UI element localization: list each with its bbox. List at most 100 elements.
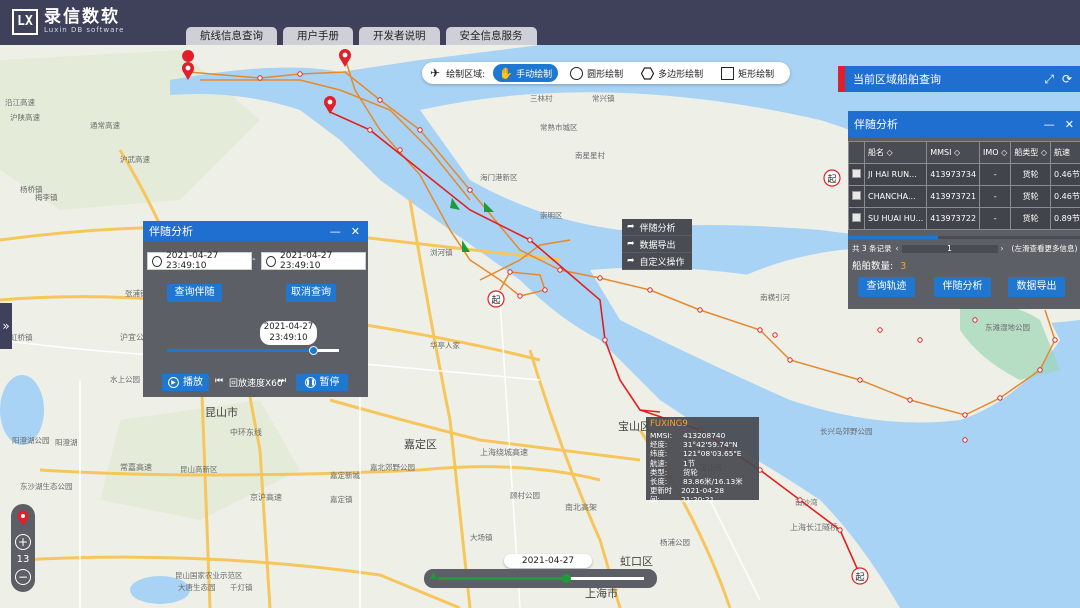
follow-analysis-panel-left: 伴随分析 — ✕ 2021-04-27 23:49:10 - 2021-04-2… <box>143 221 368 397</box>
ship-count: 船舶数量: 3 <box>852 261 907 272</box>
clock-icon <box>152 255 162 267</box>
svg-text:东沙湖生态公园: 东沙湖生态公园 <box>20 481 73 491</box>
col-ship-type[interactable]: 船类型 ◇ <box>1010 141 1052 164</box>
panel-header: 伴随分析 — ✕ <box>143 221 368 241</box>
svg-text:沿江高速: 沿江高速 <box>5 97 35 107</box>
prev-page-icon[interactable]: ‹ <box>896 244 899 253</box>
svg-text:常熟市城区: 常熟市城区 <box>540 122 578 132</box>
menu-item-custom-action[interactable]: ➦ 自定义操作 <box>622 253 692 270</box>
ship-info-tooltip: FUXING9 MMSI: 413208740 经度: 31°42'59.74"N … <box>646 417 759 504</box>
draw-mode-polygon[interactable]: 多边形绘制 <box>635 64 709 82</box>
playback-slider[interactable] <box>167 346 339 355</box>
svg-text:阳澄湖公园: 阳澄湖公园 <box>12 435 50 445</box>
cancel-query-button[interactable]: 取消查询 <box>286 284 336 302</box>
col-mmsi[interactable]: MMSI ◇ <box>926 141 981 164</box>
svg-text:常兴镇: 常兴镇 <box>592 93 615 103</box>
pause-button[interactable]: ❚❚ 暂停 <box>296 374 348 391</box>
end-time-field[interactable]: 2021-04-27 23:49:10 <box>261 251 366 271</box>
timeline-slider-handle[interactable] <box>561 574 571 583</box>
panel-title: 伴随分析 <box>149 225 193 238</box>
menu-item-export-data[interactable]: ➦ 数据导出 <box>622 236 692 253</box>
clock-icon <box>266 255 276 267</box>
query-follow-button[interactable]: 查询伴随 <box>167 284 222 302</box>
expand-icon[interactable]: ⤢ <box>1044 72 1054 87</box>
row-checkbox[interactable] <box>852 213 861 222</box>
sidebar-toggle[interactable]: » <box>0 303 12 349</box>
app-header: LX 录信数软 Luxin DB software 航线信息查询 用户手册 开发… <box>0 0 1080 45</box>
timeline-slider[interactable] <box>438 574 644 583</box>
svg-text:嘉定镇: 嘉定镇 <box>330 494 353 504</box>
tab-developer-notes[interactable]: 开发者说明 <box>359 27 440 45</box>
ship-table: 船名 ◇ MMSI ◇ IMO ◇ 船类型 ◇ 航速 JI HAI RUN...… <box>848 141 1080 230</box>
svg-text:沪陕高速: 沪陕高速 <box>10 112 40 122</box>
col-ship-name[interactable]: 船名 ◇ <box>863 141 928 164</box>
draw-mode-manual[interactable]: ✋ 手动绘制 <box>493 64 559 82</box>
pause-icon: ❚❚ <box>304 377 316 388</box>
tab-route-query[interactable]: 航线信息查询 <box>186 27 277 45</box>
col-speed[interactable]: 航速 <box>1050 141 1080 164</box>
svg-text:南横引河: 南横引河 <box>760 292 790 302</box>
table-header: 船名 ◇ MMSI ◇ IMO ◇ 船类型 ◇ 航速 <box>848 141 1080 164</box>
city-kunshan: 昆山市 <box>205 405 238 419</box>
scroll-hint: (左滑查看更多信息) <box>1011 244 1078 253</box>
query-track-button[interactable]: 查询轨迹 <box>858 277 915 297</box>
svg-text:浏河镇: 浏河镇 <box>430 247 453 257</box>
play-button[interactable]: ▶ 播放 <box>162 374 209 391</box>
close-icon[interactable]: ✕ <box>351 225 360 238</box>
track-start-marker[interactable]: 起 <box>487 290 505 308</box>
tab-user-manual[interactable]: 用户手册 <box>283 27 353 45</box>
svg-text:中环东线: 中环东线 <box>230 427 262 437</box>
playback-slider-fill <box>167 349 314 352</box>
col-imo[interactable]: IMO ◇ <box>979 141 1012 164</box>
close-icon[interactable]: ✕ <box>1065 118 1074 131</box>
start-time-field[interactable]: 2021-04-27 23:49:10 <box>147 251 252 271</box>
track-start-marker[interactable]: 起 <box>851 567 869 585</box>
export-data-button[interactable]: 数据导出 <box>1008 277 1065 297</box>
draw-mode-rectangle[interactable]: 矩形绘制 <box>715 64 780 82</box>
row-checkbox[interactable] <box>852 169 861 178</box>
menu-item-follow-analysis[interactable]: ➦ 伴随分析 <box>622 219 692 236</box>
tab-security-service[interactable]: 安全信息服务 <box>445 27 537 45</box>
minimize-icon[interactable]: — <box>1044 118 1055 131</box>
svg-text:嘉定新城: 嘉定新城 <box>330 470 360 480</box>
slider-time-bubble: 2021-04-27 23:49:10 <box>260 321 317 345</box>
refresh-icon[interactable]: ⟳ <box>1062 72 1072 87</box>
timeline-slider-fill <box>438 577 566 580</box>
table-row[interactable]: CHANCHA... 413973721 - 货轮 0.46节 <box>848 185 1080 208</box>
draw-mode-circle[interactable]: 圆形绘制 <box>564 64 629 82</box>
city-shanghai: 上海市 <box>585 586 618 600</box>
fast-forward-icon[interactable]: ⏭ <box>278 376 286 386</box>
next-page-icon[interactable]: › <box>1001 244 1004 253</box>
play-icon: ▶ <box>168 377 179 388</box>
svg-text:南北高架: 南北高架 <box>565 502 597 512</box>
ship-marker-icon: ▲ <box>430 571 437 581</box>
svg-text:大唐生态园: 大唐生态园 <box>178 582 216 592</box>
zoom-out-button[interactable]: − <box>15 569 31 585</box>
playback-slider-handle[interactable] <box>309 346 319 355</box>
zoom-in-button[interactable]: + <box>15 534 31 550</box>
follow-analysis-button[interactable]: 伴随分析 <box>934 277 991 297</box>
panel-header: 伴随分析 — ✕ <box>848 111 1080 137</box>
svg-text:起: 起 <box>491 295 500 306</box>
ship-name: FUXING9 <box>650 419 688 429</box>
row-checkbox[interactable] <box>852 191 861 200</box>
svg-text:阳澄湖: 阳澄湖 <box>55 437 78 447</box>
svg-text:千灯镇: 千灯镇 <box>230 582 253 592</box>
svg-text:大场镇: 大场镇 <box>470 532 493 542</box>
svg-text:沪武高速: 沪武高速 <box>120 154 150 164</box>
svg-text:杨浦公园: 杨浦公园 <box>660 537 690 547</box>
rewind-icon[interactable]: ⏮ <box>215 376 223 386</box>
table-row[interactable]: SU HUAI HU... 413973722 - 货轮 0.89节 <box>848 207 1080 230</box>
table-row[interactable]: JI HAI RUN... 413973734 - 货轮 0.46节 <box>848 163 1080 186</box>
svg-text:华亭人家: 华亭人家 <box>430 340 460 350</box>
location-pin-icon[interactable] <box>17 510 29 526</box>
playback-speed-label: 回放速度X60 <box>229 379 283 389</box>
svg-text:水上公园: 水上公园 <box>110 374 140 384</box>
logo-mark: LX <box>12 8 38 35</box>
track-start-marker[interactable]: 起 <box>823 169 841 187</box>
timeline-bar: ▲ <box>424 569 657 588</box>
svg-text:三林村: 三林村 <box>530 93 553 103</box>
svg-text:起: 起 <box>827 174 836 185</box>
minimize-icon[interactable]: — <box>330 225 341 238</box>
horizontal-scrollbar[interactable] <box>848 236 1080 239</box>
